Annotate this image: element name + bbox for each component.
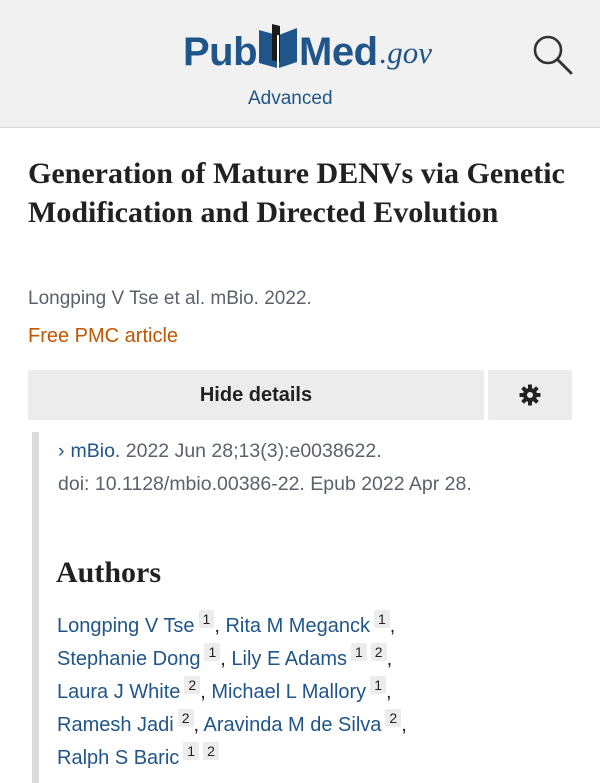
doi-text: doi: 10.1128/mbio.00386-22. Epub 2022 Ap… [58, 473, 472, 495]
hide-details-button[interactable]: Hide details [28, 370, 484, 420]
affiliation-badge[interactable]: 2 [370, 643, 387, 661]
article-title: Generation of Mature DENVs via Genetic M… [28, 157, 565, 229]
author-link[interactable]: Rita M Meganck [225, 615, 370, 637]
affiliation-badge[interactable]: 1 [204, 643, 221, 661]
authors-heading: Authors [56, 556, 162, 589]
author-separator: , [386, 648, 393, 670]
affiliation-badge[interactable]: 1 [370, 676, 386, 694]
affiliation-badge[interactable]: 1 [350, 643, 367, 661]
journal-link[interactable]: mBio. [71, 440, 121, 462]
short-citation: Longping V Tse et al. mBio. 2022. [28, 288, 312, 309]
affiliation-badge[interactable]: 1 [183, 742, 200, 760]
author-row: Ralph S Baric 1 2 [57, 742, 587, 775]
gear-icon [519, 384, 541, 406]
author-link[interactable]: Longping V Tse [57, 615, 195, 637]
author-link[interactable]: Laura J White [57, 681, 180, 703]
author-separator: , [214, 615, 226, 637]
author-row: Stephanie Dong 1, Lily E Adams 1 2, [57, 643, 587, 676]
author-link[interactable]: Aravinda M de Silva [204, 714, 382, 736]
journal-citation: › mBio. 2022 Jun 28;13(3):e0038622. [58, 435, 382, 468]
author-link[interactable]: Michael L Mallory [211, 681, 366, 703]
pubmed-logo[interactable]: Pub Med .gov [183, 22, 432, 72]
search-icon [533, 35, 573, 75]
author-row: Laura J White 2, Michael L Mallory 1, [57, 676, 587, 709]
author-separator: , [401, 714, 407, 736]
affiliation-badge[interactable]: 2 [385, 709, 402, 727]
chevron-right-icon[interactable]: › [58, 440, 65, 462]
author-separator: , [389, 615, 396, 637]
advanced-search-link[interactable]: Advanced [248, 88, 333, 110]
author-separator: , [385, 681, 392, 703]
author-separator: , [193, 714, 204, 736]
journal-issue: 2022 Jun 28;13(3):e0038622. [120, 440, 382, 462]
free-pmc-badge: Free PMC article [28, 325, 179, 347]
author-link[interactable]: Ralph S Baric [57, 747, 179, 769]
affiliation-badge[interactable]: 1 [198, 610, 215, 628]
search-button[interactable] [530, 32, 574, 76]
affiliation-badge[interactable]: 1 [373, 610, 390, 628]
site-header: Pub Med .gov Advanced [0, 0, 600, 128]
logo-pub-text: Pub [183, 30, 258, 74]
affiliation-badge[interactable]: 2 [177, 709, 194, 727]
affiliation-badge[interactable]: 2 [203, 742, 219, 760]
author-link[interactable]: Ramesh Jadi [57, 714, 174, 736]
pubmed-logo-icon [259, 24, 298, 68]
author-row: Longping V Tse 1, Rita M Meganck 1, [57, 610, 587, 643]
author-row: Ramesh Jadi 2, Aravinda M de Silva 2, [57, 709, 587, 742]
logo-gov-text: .gov [379, 35, 433, 70]
affiliation-badge[interactable]: 2 [184, 676, 201, 694]
author-separator: , [220, 648, 232, 670]
logo-med-text: Med [299, 30, 378, 74]
authors-list: Longping V Tse 1, Rita M Meganck 1, Stephan… [57, 610, 587, 775]
author-link[interactable]: Stephanie Dong [57, 648, 200, 670]
author-link[interactable]: Lily E Adams [231, 648, 347, 670]
display-options-button[interactable] [488, 370, 572, 420]
details-side-bar [32, 432, 39, 783]
author-separator: , [200, 681, 212, 703]
